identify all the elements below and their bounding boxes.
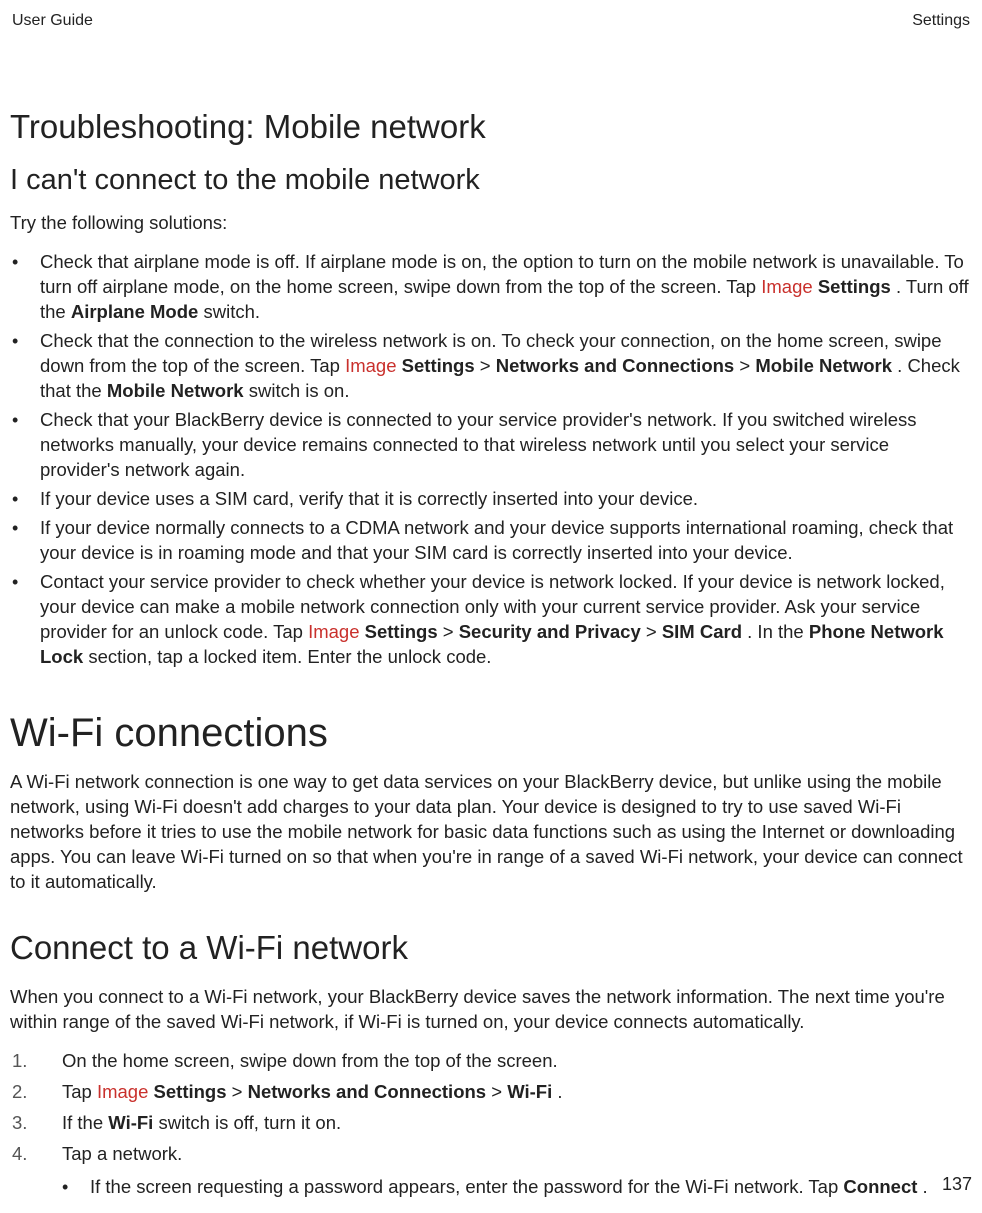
bold-text: Settings	[154, 1081, 227, 1102]
step-number: 4.	[12, 1142, 27, 1167]
header-right: Settings	[912, 12, 970, 30]
header-left: User Guide	[12, 12, 93, 30]
intro-text: Try the following solutions:	[10, 211, 972, 236]
subheading-cant-connect: I can't connect to the mobile network	[10, 164, 972, 197]
page-number: 137	[942, 1174, 972, 1195]
body-text: switch.	[203, 301, 260, 322]
step-number: 1.	[12, 1049, 27, 1074]
bullet-item: Check that airplane mode is off. If airp…	[10, 250, 972, 325]
bold-text: Settings	[402, 355, 475, 376]
connect-wifi-paragraph: When you connect to a Wi-Fi network, you…	[10, 985, 972, 1035]
settings-icon: Image	[761, 276, 812, 297]
step-item: 4. Tap a network. If the screen requesti…	[10, 1142, 972, 1200]
bold-text: Security and Privacy	[459, 621, 641, 642]
step-item: 2. Tap Image Settings > Networks and Con…	[10, 1080, 972, 1105]
body-text: .	[557, 1081, 562, 1102]
body-text: switch is off, turn it on.	[158, 1112, 341, 1133]
body-text: . In the	[747, 621, 809, 642]
body-text: >	[480, 355, 496, 376]
step-number: 3.	[12, 1111, 27, 1136]
heading-wifi-connections: Wi-Fi connections	[10, 711, 972, 756]
body-text: If the screen requesting a password appe…	[90, 1176, 843, 1197]
bold-text: Settings	[365, 621, 438, 642]
bold-text: Networks and Connections	[496, 355, 734, 376]
troubleshoot-bullets: Check that airplane mode is off. If airp…	[10, 250, 972, 670]
wifi-intro-paragraph: A Wi-Fi network connection is one way to…	[10, 770, 972, 895]
body-text: >	[491, 1081, 507, 1102]
body-text: >	[232, 1081, 248, 1102]
body-text: On the home screen, swipe down from the …	[62, 1050, 558, 1071]
bold-text: Wi-Fi	[108, 1112, 153, 1133]
body-text: >	[646, 621, 662, 642]
step-item: 3. If the Wi-Fi switch is off, turn it o…	[10, 1111, 972, 1136]
body-text: >	[739, 355, 755, 376]
bullet-item: If your device uses a SIM card, verify t…	[10, 487, 972, 512]
bullet-item: If your device normally connects to a CD…	[10, 516, 972, 566]
heading-troubleshooting: Troubleshooting: Mobile network	[10, 108, 972, 146]
bullet-item: Check that the connection to the wireles…	[10, 329, 972, 404]
body-text: Tap	[62, 1081, 97, 1102]
bold-text: SIM Card	[662, 621, 742, 642]
substep-item: If the screen requesting a password appe…	[62, 1175, 972, 1200]
step-number: 2.	[12, 1080, 27, 1105]
substep-list: If the screen requesting a password appe…	[62, 1175, 972, 1200]
settings-icon: Image	[308, 621, 359, 642]
step-item: 1. On the home screen, swipe down from t…	[10, 1049, 972, 1074]
body-text: section, tap a locked item. Enter the un…	[88, 646, 491, 667]
heading-connect-wifi: Connect to a Wi-Fi network	[10, 929, 972, 967]
bold-text: Connect	[843, 1176, 917, 1197]
body-text: >	[443, 621, 459, 642]
bold-text: Settings	[818, 276, 891, 297]
body-text: switch is on.	[249, 380, 350, 401]
bold-text: Mobile Network	[107, 380, 244, 401]
connect-wifi-steps: 1. On the home screen, swipe down from t…	[10, 1049, 972, 1200]
body-text: .	[923, 1176, 928, 1197]
bold-text: Networks and Connections	[248, 1081, 486, 1102]
settings-icon: Image	[97, 1081, 148, 1102]
page-header: User Guide Settings	[10, 12, 972, 30]
body-text: If the	[62, 1112, 108, 1133]
bold-text: Mobile Network	[755, 355, 892, 376]
settings-icon: Image	[345, 355, 396, 376]
bullet-item: Check that your BlackBerry device is con…	[10, 408, 972, 483]
bullet-item: Contact your service provider to check w…	[10, 570, 972, 670]
bold-text: Wi-Fi	[507, 1081, 552, 1102]
body-text: Tap a network.	[62, 1143, 182, 1164]
bold-text: Airplane Mode	[71, 301, 198, 322]
